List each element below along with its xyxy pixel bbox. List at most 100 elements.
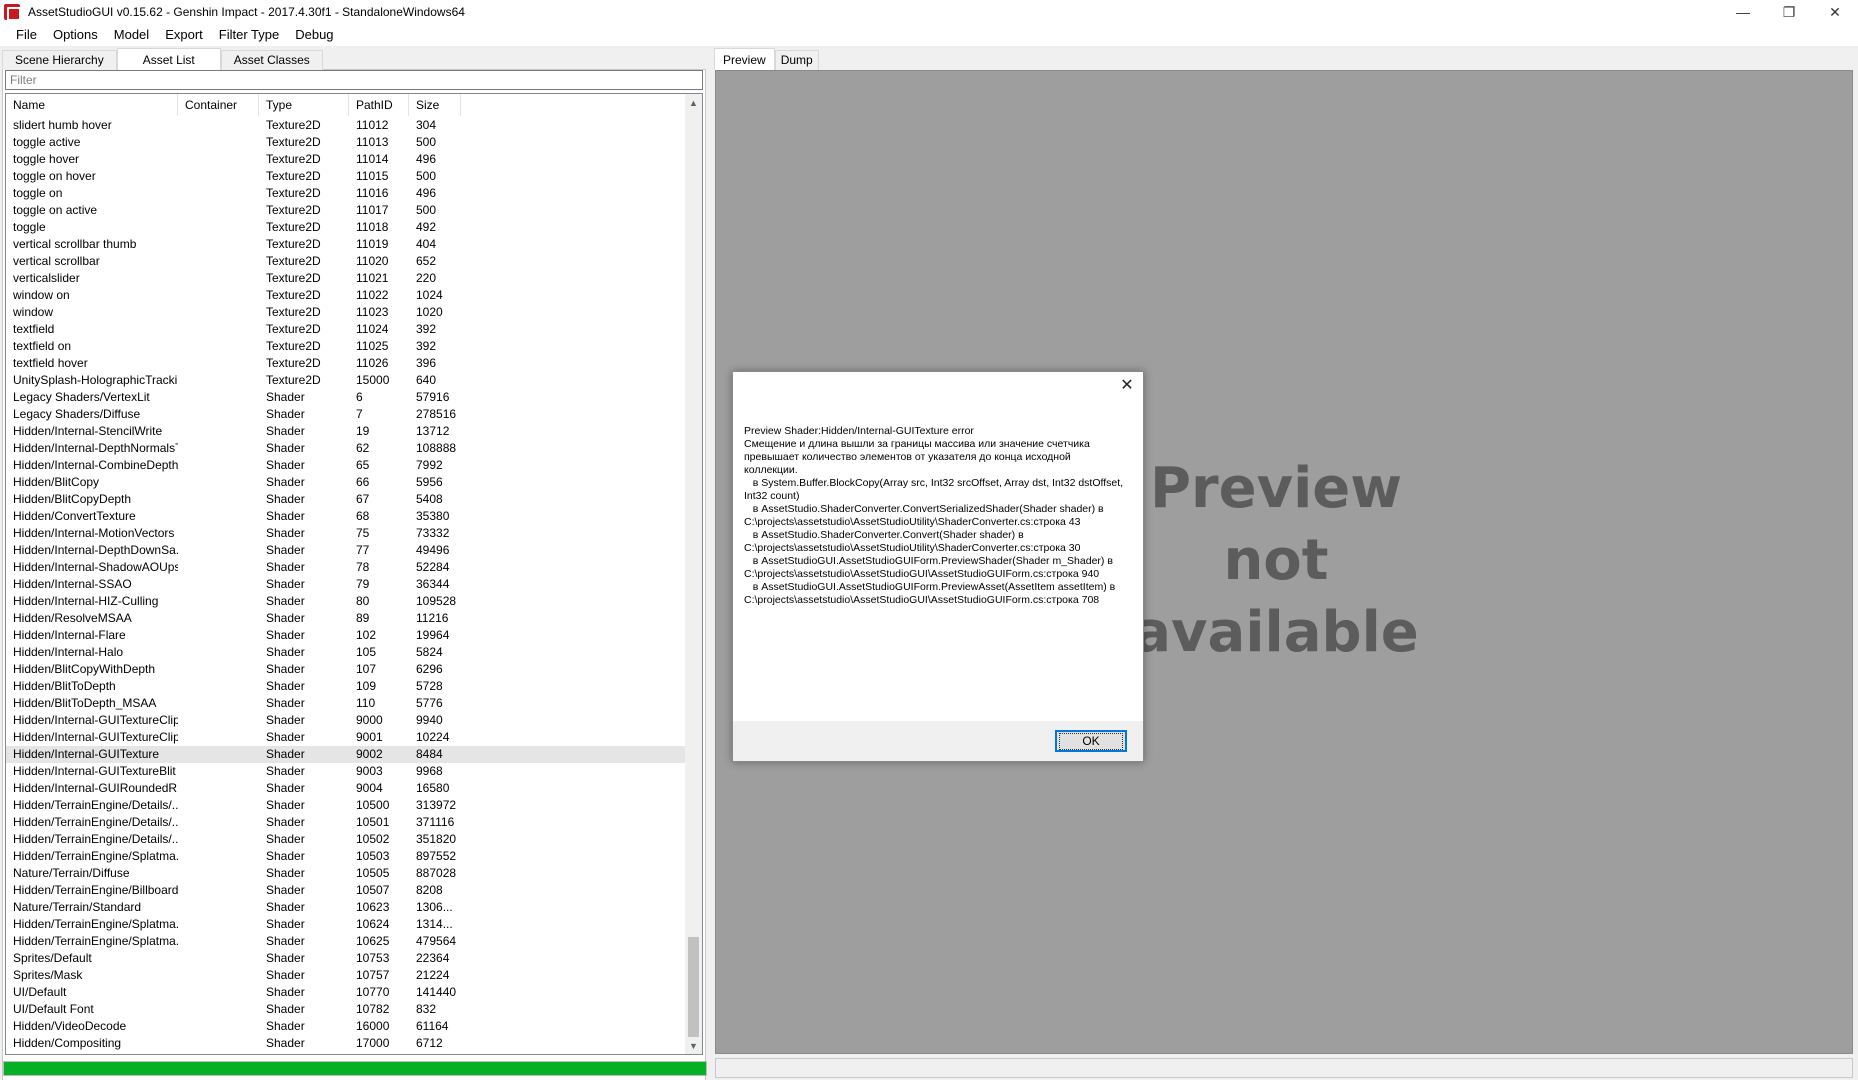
table-row[interactable]: Hidden/BlitCopyWithDepth Shader 107 6296: [6, 661, 686, 678]
table-row[interactable]: Hidden/Internal-GUITextureClip... Shader 9…: [6, 729, 686, 746]
cell-name: slidert humb hover: [13, 118, 112, 132]
menu-filter-type[interactable]: Filter Type: [211, 25, 287, 45]
table-row[interactable]: Hidden/Internal-Flare Shader 102 19964: [6, 627, 686, 644]
table-row[interactable]: Hidden/Internal-DepthDownSa... Shader 77 49…: [6, 542, 686, 559]
tab-asset-classes[interactable]: Asset Classes: [220, 50, 323, 70]
menu-model[interactable]: Model: [106, 25, 157, 45]
table-row[interactable]: UI/Default Shader 10770 141440: [6, 984, 686, 1001]
cell-container: [178, 134, 259, 151]
cell-size: 392: [416, 339, 437, 353]
column-header-container[interactable]: Container: [178, 94, 259, 116]
table-row[interactable]: Nature/Terrain/Diffuse Shader 10505 887028: [6, 865, 686, 882]
tab-dump[interactable]: Dump: [774, 50, 819, 70]
table-row[interactable]: slidert humb hover Texture2D 11012 304: [6, 117, 686, 134]
cell-name: toggle on: [13, 186, 63, 200]
cell-name: Hidden/TerrainEngine/Details/...: [13, 815, 178, 829]
table-row[interactable]: Hidden/TerrainEngine/Splatma... Shader 105…: [6, 848, 686, 865]
table-row[interactable]: Hidden/TerrainEngine/Billboard... Shader 1…: [6, 882, 686, 899]
table-row[interactable]: Hidden/BlitToDepth_MSAA Shader 110 5776: [6, 695, 686, 712]
table-row[interactable]: vertical scrollbar thumb Texture2D 11019 40…: [6, 236, 686, 253]
table-row[interactable]: toggle on hover Texture2D 11015 500: [6, 168, 686, 185]
table-row[interactable]: UnitySplash-HolographicTrackin... Texture…: [6, 372, 686, 389]
tab-preview[interactable]: Preview: [714, 48, 775, 70]
close-window-button[interactable]: ✕: [1812, 0, 1858, 24]
table-row[interactable]: Hidden/ConvertTexture Shader 68 35380: [6, 508, 686, 525]
table-row[interactable]: Nature/Terrain/Standard Shader 10623 1306..…: [6, 899, 686, 916]
close-icon[interactable]: ✕: [1119, 378, 1135, 394]
menu-file[interactable]: File: [8, 25, 45, 45]
table-row[interactable]: Hidden/Internal-StencilWrite Shader 19 1371…: [6, 423, 686, 440]
scroll-thumb[interactable]: [688, 937, 699, 1037]
column-header-type[interactable]: Type: [259, 94, 349, 116]
scroll-down-icon[interactable]: ▼: [685, 1037, 702, 1054]
table-row[interactable]: Hidden/BlitCopyDepth Shader 67 5408: [6, 491, 686, 508]
cell-pathid: 89: [356, 611, 370, 625]
table-row[interactable]: Hidden/TerrainEngine/Details/... Shader 10…: [6, 814, 686, 831]
vertical-scrollbar[interactable]: ▲ ▼: [685, 94, 702, 1054]
table-row[interactable]: Hidden/Internal-MotionVectors Shader 75 733…: [6, 525, 686, 542]
filter-input[interactable]: Filter: [5, 70, 703, 90]
table-row[interactable]: toggle on active Texture2D 11017 500: [6, 202, 686, 219]
table-row[interactable]: verticalslider Texture2D 11021 220: [6, 270, 686, 287]
table-row[interactable]: Hidden/Internal-GUITexture Shader 9002 8484: [6, 746, 686, 763]
table-row[interactable]: Hidden/TerrainEngine/Splatma... Shader 106…: [6, 916, 686, 933]
table-row[interactable]: Hidden/TerrainEngine/Details/... Shader 10…: [6, 797, 686, 814]
table-row[interactable]: Hidden/ResolveMSAA Shader 89 11216: [6, 610, 686, 627]
table-row[interactable]: toggle hover Texture2D 11014 496: [6, 151, 686, 168]
cell-size: 396: [416, 356, 437, 370]
menu-debug[interactable]: Debug: [287, 25, 341, 45]
table-row[interactable]: Hidden/BlitCopy Shader 66 5956: [6, 474, 686, 491]
table-row[interactable]: UI/Default Font Shader 10782 832: [6, 1001, 686, 1018]
cell-name: toggle hover: [13, 152, 80, 166]
cell-type: Shader: [266, 781, 305, 795]
table-row[interactable]: Hidden/VideoDecode Shader 16000 61164: [6, 1018, 686, 1035]
table-row[interactable]: Hidden/Internal-HIZ-Culling Shader 80 10952…: [6, 593, 686, 610]
table-row[interactable]: textfield Texture2D 11024 392: [6, 321, 686, 338]
table-row[interactable]: Sprites/Mask Shader 10757 21224: [6, 967, 686, 984]
column-header-name[interactable]: Name: [6, 94, 178, 116]
cell-name: Nature/Terrain/Standard: [13, 900, 142, 914]
cell-name: UnitySplash-HolographicTrackin...: [13, 373, 178, 387]
cell-pathid: 10625: [356, 934, 390, 948]
table-row[interactable]: window on Texture2D 11022 1024: [6, 287, 686, 304]
ok-button[interactable]: OK: [1055, 730, 1127, 752]
table-row[interactable]: Hidden/Internal-GUIRoundedR... Shader 9004…: [6, 780, 686, 797]
table-row[interactable]: Hidden/Internal-GUITextureBlit Shader 9003…: [6, 763, 686, 780]
minimize-button[interactable]: —: [1720, 0, 1766, 24]
table-row[interactable]: window Texture2D 11023 1020: [6, 304, 686, 321]
table-row[interactable]: textfield on Texture2D 11025 392: [6, 338, 686, 355]
table-row[interactable]: Hidden/Internal-CombineDepth... Shader 65 7…: [6, 457, 686, 474]
column-header-pathid[interactable]: PathID: [349, 94, 409, 116]
cell-pathid: 19: [356, 424, 370, 438]
table-row[interactable]: toggle active Texture2D 11013 500: [6, 134, 686, 151]
menu-export[interactable]: Export: [157, 25, 211, 45]
table-row[interactable]: Legacy Shaders/VertexLit Shader 6 57916: [6, 389, 686, 406]
scroll-up-icon[interactable]: ▲: [685, 94, 702, 111]
restore-button[interactable]: ❐: [1766, 0, 1812, 24]
table-row[interactable]: Hidden/Compositing Shader 17000 6712: [6, 1035, 686, 1052]
table-row[interactable]: toggle on Texture2D 11016 496: [6, 185, 686, 202]
table-row[interactable]: Hidden/BlitToDepth Shader 109 5728: [6, 678, 686, 695]
menu-options[interactable]: Options: [45, 25, 106, 45]
column-header-size[interactable]: Size: [409, 94, 461, 116]
cell-type: Shader: [266, 713, 305, 727]
table-row[interactable]: Legacy Shaders/Diffuse Shader 7 278516: [6, 406, 686, 423]
tab-scene-hierarchy[interactable]: Scene Hierarchy: [2, 50, 117, 70]
table-row[interactable]: Sprites/Default Shader 10753 22364: [6, 950, 686, 967]
table-row[interactable]: vertical scrollbar Texture2D 11020 652: [6, 253, 686, 270]
table-row[interactable]: Hidden/TerrainEngine/Splatma... Shader 106…: [6, 933, 686, 950]
cell-size: 8484: [416, 747, 443, 761]
cell-type: Shader: [266, 390, 305, 404]
cell-size: 49496: [416, 543, 450, 557]
table-row[interactable]: toggle Texture2D 11018 492: [6, 219, 686, 236]
table-row[interactable]: Hidden/Internal-Halo Shader 105 5824: [6, 644, 686, 661]
table-row[interactable]: textfield hover Texture2D 11026 396: [6, 355, 686, 372]
table-row[interactable]: Hidden/TerrainEngine/Details/... Shader 10…: [6, 831, 686, 848]
table-row[interactable]: Hidden/Internal-GUITextureClip Shader 9000…: [6, 712, 686, 729]
cell-pathid: 6: [356, 390, 363, 404]
table-row[interactable]: Hidden/Internal-SSAO Shader 79 36344: [6, 576, 686, 593]
cell-name: Legacy Shaders/Diffuse: [13, 407, 141, 421]
tab-asset-list[interactable]: Asset List: [116, 48, 221, 70]
table-row[interactable]: Hidden/Internal-DepthNormalsT... Shader 62…: [6, 440, 686, 457]
table-row[interactable]: Hidden/Internal-ShadowAOUps... Shader 78 52…: [6, 559, 686, 576]
